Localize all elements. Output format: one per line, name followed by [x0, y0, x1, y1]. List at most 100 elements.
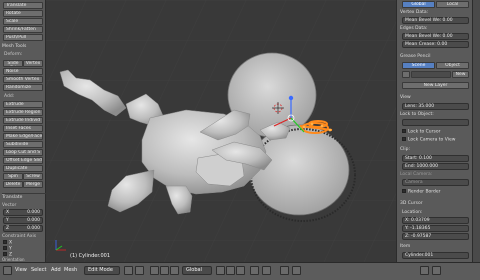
- randomize-button[interactable]: Randomize: [3, 84, 43, 91]
- view-menu-icon[interactable]: [3, 266, 12, 275]
- viewport-shading-icon[interactable]: [124, 266, 133, 275]
- proportional-edit-icon[interactable]: [262, 266, 271, 275]
- pencil-icon[interactable]: [402, 71, 410, 78]
- duplicate-button[interactable]: Duplicate: [3, 165, 43, 172]
- vertex-data-header: Vertex Data:: [400, 10, 429, 15]
- subdivide-button[interactable]: Subdivide: [3, 141, 43, 148]
- mesh-tools-header[interactable]: Mesh Tools: [2, 44, 26, 49]
- x-value: 0.000: [27, 210, 40, 215]
- viewport-scene[interactable]: [46, 0, 396, 262]
- vector-label: Vector: [2, 203, 17, 208]
- manipulator-translate-icon[interactable]: [150, 266, 159, 275]
- x-label: X: [6, 210, 10, 215]
- view-header[interactable]: View: [400, 95, 411, 100]
- clip-start-field[interactable]: Start: 0.100: [402, 155, 469, 162]
- lock-object-field[interactable]: [402, 119, 469, 126]
- vertex-slide-button[interactable]: Vertex: [23, 60, 43, 67]
- cursor-y-field[interactable]: Y: -1.18365: [402, 225, 469, 232]
- add-label: Add:: [4, 94, 15, 99]
- snap-magnet-icon[interactable]: [280, 266, 289, 275]
- gp-object-tab[interactable]: Object: [436, 62, 469, 69]
- translate-operator-header[interactable]: Translate: [2, 193, 46, 200]
- grease-pencil-header[interactable]: Grease Pencil: [400, 54, 430, 59]
- mean-crease-field[interactable]: Mean Crease: 0.00: [402, 41, 469, 48]
- tab-local[interactable]: Local: [436, 1, 469, 8]
- face-select-icon[interactable]: [236, 266, 245, 275]
- gp-new-button[interactable]: New: [452, 71, 469, 78]
- lock-camera-label: Lock Camera to View: [408, 137, 456, 143]
- render-border-checkbox[interactable]: Render Border: [402, 189, 441, 195]
- location-label: Location:: [402, 210, 423, 215]
- make-edge-face-button[interactable]: Make Edge/Face: [3, 133, 43, 140]
- noise-button[interactable]: Noise: [3, 68, 43, 75]
- local-camera-field[interactable]: Camera: [402, 179, 469, 186]
- extrude-button[interactable]: Extrude: [3, 101, 43, 108]
- deform-label: Deform:: [4, 52, 23, 57]
- render-icon[interactable]: [420, 266, 429, 275]
- clip-end-field[interactable]: End: 1000.000: [402, 163, 469, 170]
- shrink-fatten-tool-button[interactable]: Shrink/Fatten: [3, 26, 43, 33]
- vertex-select-icon[interactable]: [216, 266, 225, 275]
- extrude-individual-button[interactable]: Extrude Individ: [3, 117, 43, 124]
- scale-tool-button[interactable]: Scale: [3, 18, 43, 25]
- properties-scroll-edge[interactable]: [472, 0, 480, 262]
- z-label: Z: [6, 226, 10, 231]
- new-layer-button[interactable]: New Layer: [402, 82, 469, 89]
- y-value: 0.000: [27, 218, 40, 223]
- constraint-y-checkbox[interactable]: Y: [3, 246, 12, 252]
- lens-field[interactable]: Lens: 35.000: [402, 103, 469, 110]
- delete-button[interactable]: Delete: [3, 181, 23, 188]
- translate-x-field[interactable]: X 0.000: [3, 209, 43, 216]
- viewport-header: View Select Add Mesh Edit Mode Global: [0, 262, 480, 280]
- edge-mean-bevel-weight-field[interactable]: Mean Bevel We: 0.00: [402, 33, 469, 40]
- smooth-vertex-button[interactable]: Smooth Vertex: [3, 76, 43, 83]
- edge-select-icon[interactable]: [226, 266, 235, 275]
- properties-panel: Global Local Vertex Data: Mean Bevel We:…: [396, 0, 472, 262]
- push-pull-tool-button[interactable]: Push/Pull: [3, 34, 43, 41]
- gp-scene-tab[interactable]: Scene: [402, 62, 435, 69]
- menu-add[interactable]: Add: [51, 267, 61, 273]
- manipulator-scale-icon[interactable]: [170, 266, 179, 275]
- lock-to-object-label: Lock to Object:: [400, 112, 434, 117]
- lock-to-cursor-label: Lock to Cursor: [408, 129, 441, 135]
- spin-button[interactable]: Spin: [3, 173, 23, 180]
- 3d-cursor-header[interactable]: 3D Cursor: [400, 201, 423, 206]
- layers-icon[interactable]: [432, 266, 441, 275]
- screw-button[interactable]: Screw: [23, 173, 43, 180]
- menu-select[interactable]: Select: [31, 267, 46, 273]
- translate-y-field[interactable]: Y 0.000: [3, 217, 43, 224]
- 3d-viewport[interactable]: (1) Cylinder.001: [46, 0, 396, 262]
- pivot-icon[interactable]: [135, 266, 144, 275]
- lock-to-cursor-checkbox[interactable]: Lock to Cursor: [402, 129, 440, 135]
- constraint-axis-label: Constraint Axis: [2, 234, 37, 239]
- manipulator-rotate-icon[interactable]: [160, 266, 169, 275]
- lock-camera-checkbox[interactable]: Lock Camera to View: [402, 137, 455, 143]
- mode-dropdown[interactable]: Edit Mode: [84, 266, 120, 275]
- constraint-x-label: X: [9, 240, 13, 246]
- constraint-x-checkbox[interactable]: X: [3, 240, 12, 246]
- translate-tool-button[interactable]: Translate: [3, 2, 43, 9]
- y-label: Y: [6, 218, 9, 223]
- snap-target-icon[interactable]: [292, 266, 301, 275]
- menu-view[interactable]: View: [15, 267, 27, 273]
- inset-faces-button[interactable]: Inset Faces: [3, 125, 43, 132]
- item-name-field[interactable]: Cylinder.001: [402, 252, 469, 259]
- cursor-z-field[interactable]: Z: -0.97587: [402, 233, 469, 240]
- rotate-tool-button[interactable]: Rotate: [3, 10, 43, 17]
- gp-datablock-field[interactable]: [411, 71, 451, 78]
- item-header[interactable]: Item: [400, 244, 410, 249]
- orientation-dropdown[interactable]: Global: [182, 266, 212, 275]
- extrude-region-button[interactable]: Extrude Region: [3, 109, 43, 116]
- slide-edge-button[interactable]: Slide Ed: [3, 60, 23, 67]
- merge-button[interactable]: Merge: [23, 181, 43, 188]
- translate-z-field[interactable]: Z 0.000: [3, 225, 43, 232]
- loop-cut-button[interactable]: Loop Cut and S: [3, 149, 43, 156]
- limit-selection-icon[interactable]: [250, 266, 259, 275]
- tab-global[interactable]: Global: [402, 1, 435, 8]
- vertex-mean-bevel-weight-field[interactable]: Mean Bevel We: 0.00: [402, 17, 469, 24]
- menu-mesh[interactable]: Mesh: [64, 267, 77, 273]
- offset-edge-slide-button[interactable]: Offset Edge Slide: [3, 157, 43, 164]
- cursor-x-field[interactable]: X: 0.03709: [402, 217, 469, 224]
- local-camera-label: Local Camera:: [400, 172, 433, 177]
- render-border-label: Render Border: [408, 189, 441, 195]
